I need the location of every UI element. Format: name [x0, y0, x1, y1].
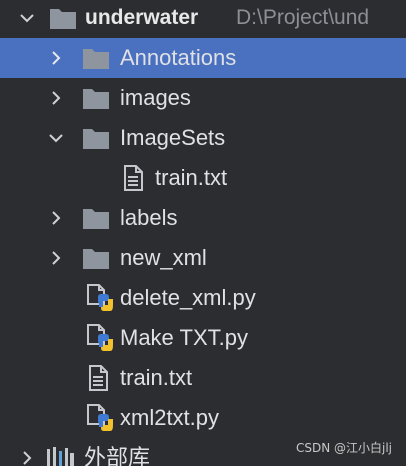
tree-row-root[interactable]: underwater D:\Project\und	[0, 0, 406, 38]
tree-item-label: labels	[120, 205, 178, 230]
tree-item-label: Annotations	[120, 45, 237, 70]
project-root-path: D:\Project\und	[236, 6, 370, 29]
chevron-right-icon[interactable]	[47, 49, 65, 67]
folder-icon	[82, 246, 110, 270]
chevron-down-icon[interactable]	[47, 129, 65, 147]
folder-icon	[82, 126, 110, 150]
tree-item-label: 外部库	[84, 445, 151, 466]
folder-icon	[82, 86, 110, 110]
tree-row-annotations[interactable]: Annotations	[0, 38, 406, 78]
tree-row-delete-xml-py[interactable]: delete_xml.py	[0, 278, 406, 318]
tree-row-train-txt[interactable]: train.txt	[0, 358, 406, 398]
python-file-icon	[86, 404, 114, 432]
tree-item-label: xml2txt.py	[120, 405, 220, 430]
chevron-right-icon[interactable]	[47, 89, 65, 107]
folder-icon	[49, 6, 77, 30]
python-file-icon	[86, 284, 114, 312]
python-file-icon	[86, 324, 114, 352]
tree-row-new-xml[interactable]: new_xml	[0, 238, 406, 278]
tree-item-label: Make TXT.py	[120, 325, 248, 350]
chevron-down-icon[interactable]	[18, 9, 36, 27]
tree-row-images[interactable]: images	[0, 78, 406, 118]
tree-item-label: delete_xml.py	[120, 285, 256, 310]
tree-row-labels[interactable]: labels	[0, 198, 406, 238]
chevron-right-icon[interactable]	[47, 249, 65, 267]
library-icon	[46, 445, 76, 466]
text-file-icon	[87, 365, 109, 391]
tree-row-xml2txt-py[interactable]: xml2txt.py	[0, 398, 406, 438]
tree-item-label: train.txt	[120, 365, 193, 390]
tree-row-make-txt-py[interactable]: Make TXT.py	[0, 318, 406, 358]
chevron-right-icon[interactable]	[18, 449, 36, 466]
tree-item-label: train.txt	[155, 165, 228, 190]
chevron-right-icon[interactable]	[47, 209, 65, 227]
tree-item-label: ImageSets	[120, 125, 226, 150]
tree-row-imagesets[interactable]: ImageSets	[0, 118, 406, 158]
csdn-watermark: CSDN @江小白jlj	[295, 441, 392, 455]
tree-item-label: images	[120, 85, 191, 110]
tree-row-imagesets-train-txt[interactable]: train.txt	[0, 158, 406, 198]
project-root-name: underwater	[85, 6, 199, 29]
project-tree: underwater D:\Project\und Annotations im…	[0, 0, 406, 466]
tree-item-label: new_xml	[120, 245, 207, 270]
text-file-icon	[122, 165, 144, 191]
folder-icon	[82, 46, 110, 70]
folder-icon	[82, 206, 110, 230]
